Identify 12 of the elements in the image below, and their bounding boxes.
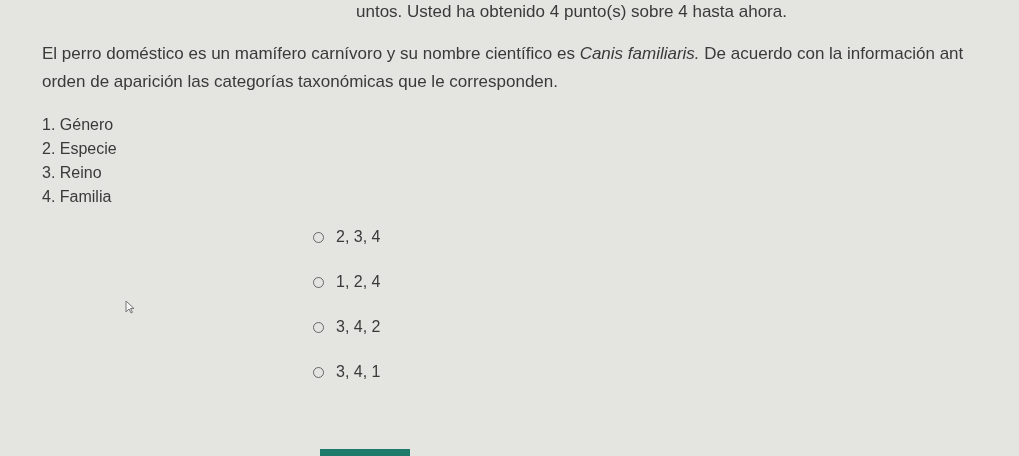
- answer-option[interactable]: 3, 4, 1: [313, 363, 381, 381]
- answer-option[interactable]: 2, 3, 4: [313, 228, 381, 246]
- question-text: orden de aparición las categorías taxonómicas que le corresponden.: [42, 72, 559, 92]
- list-item: 4. Familia: [42, 188, 113, 206]
- list-item: 2. Especie: [42, 140, 118, 158]
- question-text: El perro doméstico es un mamífero carnívoro y su nombre científico es Canis familiaris. De acuerdo con la información ant: [42, 44, 965, 64]
- score-text: untos. Usted ha obtenido 4 punto(s) sobre 4 hasta ahora.: [356, 2, 788, 22]
- mouse-cursor-icon: [125, 300, 135, 314]
- list-item: 1. Género: [42, 116, 115, 134]
- answer-option[interactable]: 1, 2, 4: [313, 273, 381, 291]
- answer-option[interactable]: 3, 4, 2: [313, 318, 381, 336]
- list-item: 3. Reino: [42, 164, 103, 182]
